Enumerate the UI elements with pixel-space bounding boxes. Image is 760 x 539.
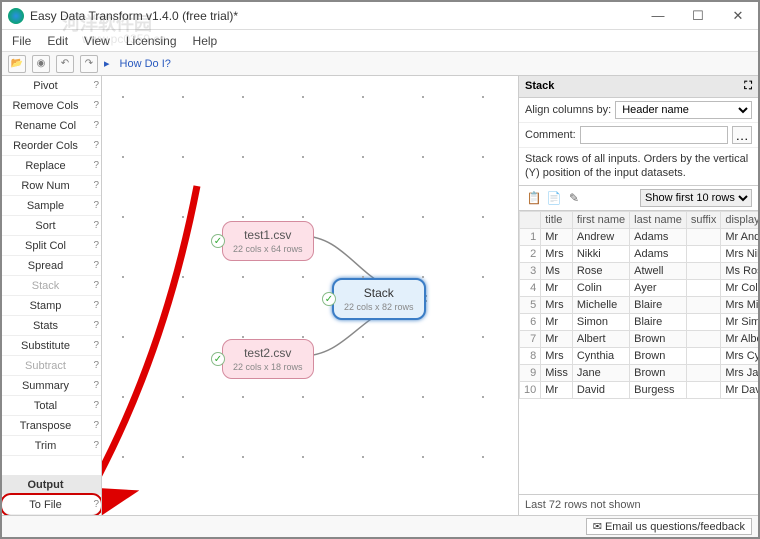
sidebar-item-sample[interactable]: Sample? xyxy=(2,196,101,216)
col-header[interactable]: suffix xyxy=(686,211,720,228)
data-table: titlefirst namelast namesuffixdisplay na… xyxy=(519,211,758,494)
toolbar-redo-icon[interactable]: ↷ xyxy=(80,55,98,73)
comment-label: Comment: xyxy=(525,129,576,141)
check-icon: ✓ xyxy=(322,292,336,306)
sidebar-item-replace[interactable]: Replace? xyxy=(2,156,101,176)
toolbar-eye-icon[interactable]: ◉ xyxy=(32,55,50,73)
window-title: Easy Data Transform v1.4.0 (free trial)* xyxy=(30,9,638,23)
toolbar-undo-icon[interactable]: ↶ xyxy=(56,55,74,73)
comment-input[interactable] xyxy=(580,126,728,144)
maximize-button[interactable]: ☐ xyxy=(678,2,718,29)
menubar: File Edit View Licensing Help xyxy=(2,30,758,52)
node-test1[interactable]: ✓ test1.csv 22 cols x 64 rows xyxy=(222,221,314,261)
table-row[interactable]: 6MrSimonBlaireMr Simon B xyxy=(520,313,759,330)
paste-icon[interactable]: 📄 xyxy=(545,189,563,207)
table-row[interactable]: 1MrAndrewAdamsMr Andrew xyxy=(520,228,759,245)
menu-help[interactable]: Help xyxy=(187,32,224,50)
canvas[interactable]: ✓ test1.csv 22 cols x 64 rows ✓ test2.cs… xyxy=(102,76,518,515)
panel-description: Stack rows of all inputs. Orders by the … xyxy=(519,148,758,185)
sidebar-to-file[interactable]: To File? xyxy=(2,495,101,515)
sidebar-item-sort[interactable]: Sort? xyxy=(2,216,101,236)
minimize-button[interactable]: — xyxy=(638,2,678,29)
table-row[interactable]: 3MsRoseAtwellMs Rose At xyxy=(520,262,759,279)
sidebar-item-stack[interactable]: Stack? xyxy=(2,276,101,296)
app-icon xyxy=(8,8,24,24)
align-select[interactable]: Header name xyxy=(615,101,752,119)
col-header[interactable]: last name xyxy=(630,211,687,228)
sidebar-item-substitute[interactable]: Substitute? xyxy=(2,336,101,356)
sidebar: Pivot?Remove Cols?Rename Col?Reorder Col… xyxy=(2,76,102,515)
table-row[interactable]: 8MrsCynthiaBrownMrs Cynthia xyxy=(520,347,759,364)
comment-more-button[interactable]: … xyxy=(732,126,752,144)
sidebar-item-subtract[interactable]: Subtract? xyxy=(2,356,101,376)
col-header[interactable]: display name xyxy=(721,211,758,228)
sidebar-item-remove-cols[interactable]: Remove Cols? xyxy=(2,96,101,116)
close-button[interactable]: ✕ xyxy=(718,2,758,29)
table-row[interactable]: 4MrColinAyerMr Colin Ay xyxy=(520,279,759,296)
copy-icon[interactable]: 📋 xyxy=(525,189,543,207)
table-footer: Last 72 rows not shown xyxy=(519,494,758,515)
expand-icon[interactable]: ⛶ xyxy=(744,80,752,93)
edit-icon[interactable]: ✎ xyxy=(565,189,583,207)
col-header[interactable]: title xyxy=(541,211,573,228)
node-title: test1.csv xyxy=(233,228,303,242)
sidebar-item-rename-col[interactable]: Rename Col? xyxy=(2,116,101,136)
sidebar-item-total[interactable]: Total? xyxy=(2,396,101,416)
node-title: Stack xyxy=(344,286,414,300)
table-row[interactable]: 7MrAlbertBrownMr Albert B xyxy=(520,330,759,347)
check-icon: ✓ xyxy=(211,234,225,248)
node-test2[interactable]: ✓ test2.csv 22 cols x 18 rows xyxy=(222,339,314,379)
col-header[interactable]: first name xyxy=(572,211,629,228)
menu-licensing[interactable]: Licensing xyxy=(120,32,183,50)
sidebar-item-split-col[interactable]: Split Col? xyxy=(2,236,101,256)
table-row[interactable]: 9MissJaneBrownMrs Jane Br xyxy=(520,364,759,381)
properties-panel: Stack ⛶ Align columns by: Header name Com… xyxy=(518,76,758,515)
node-sub: 22 cols x 64 rows xyxy=(233,244,303,254)
table-row[interactable]: 5MrsMichelleBlaireMrs Michel xyxy=(520,296,759,313)
sidebar-item-stats[interactable]: Stats? xyxy=(2,316,101,336)
feedback-button[interactable]: ✉ Email us questions/feedback xyxy=(586,518,752,535)
titlebar: Easy Data Transform v1.4.0 (free trial)*… xyxy=(2,2,758,30)
toolbar: 📂 ◉ ↶ ↷ ▸ How Do I? xyxy=(2,52,758,76)
annotation-arrow xyxy=(102,166,212,515)
align-label: Align columns by: xyxy=(525,104,611,116)
sidebar-item-transpose[interactable]: Transpose? xyxy=(2,416,101,436)
col-header[interactable] xyxy=(520,211,541,228)
show-rows-select[interactable]: Show first 10 rows xyxy=(640,189,752,207)
sidebar-item-row-num[interactable]: Row Num? xyxy=(2,176,101,196)
panel-title: Stack xyxy=(525,80,554,93)
check-icon: ✓ xyxy=(211,352,225,366)
sidebar-output-header: Output xyxy=(2,475,101,495)
toolbar-open-icon[interactable]: 📂 xyxy=(8,55,26,73)
menu-edit[interactable]: Edit xyxy=(41,32,74,50)
node-sub: 22 cols x 82 rows xyxy=(344,302,414,312)
menu-file[interactable]: File xyxy=(6,32,37,50)
sidebar-item-stamp[interactable]: Stamp? xyxy=(2,296,101,316)
node-title: test2.csv xyxy=(233,346,303,360)
how-do-i-link[interactable]: How Do I? xyxy=(116,58,171,70)
table-row[interactable]: 10MrDavidBurgessMr David B xyxy=(520,381,759,398)
node-sub: 22 cols x 18 rows xyxy=(233,362,303,372)
table-row[interactable]: 2MrsNikkiAdamsMrs Nikki A xyxy=(520,245,759,262)
sidebar-item-reorder-cols[interactable]: Reorder Cols? xyxy=(2,136,101,156)
menu-view[interactable]: View xyxy=(78,32,116,50)
statusbar: ✉ Email us questions/feedback xyxy=(2,515,758,537)
sidebar-item-pivot[interactable]: Pivot? xyxy=(2,76,101,96)
sidebar-item-spread[interactable]: Spread? xyxy=(2,256,101,276)
node-stack[interactable]: ✓ Stack 22 cols x 82 rows xyxy=(332,278,426,320)
sidebar-item-trim[interactable]: Trim? xyxy=(2,436,101,456)
sidebar-item-summary[interactable]: Summary? xyxy=(2,376,101,396)
